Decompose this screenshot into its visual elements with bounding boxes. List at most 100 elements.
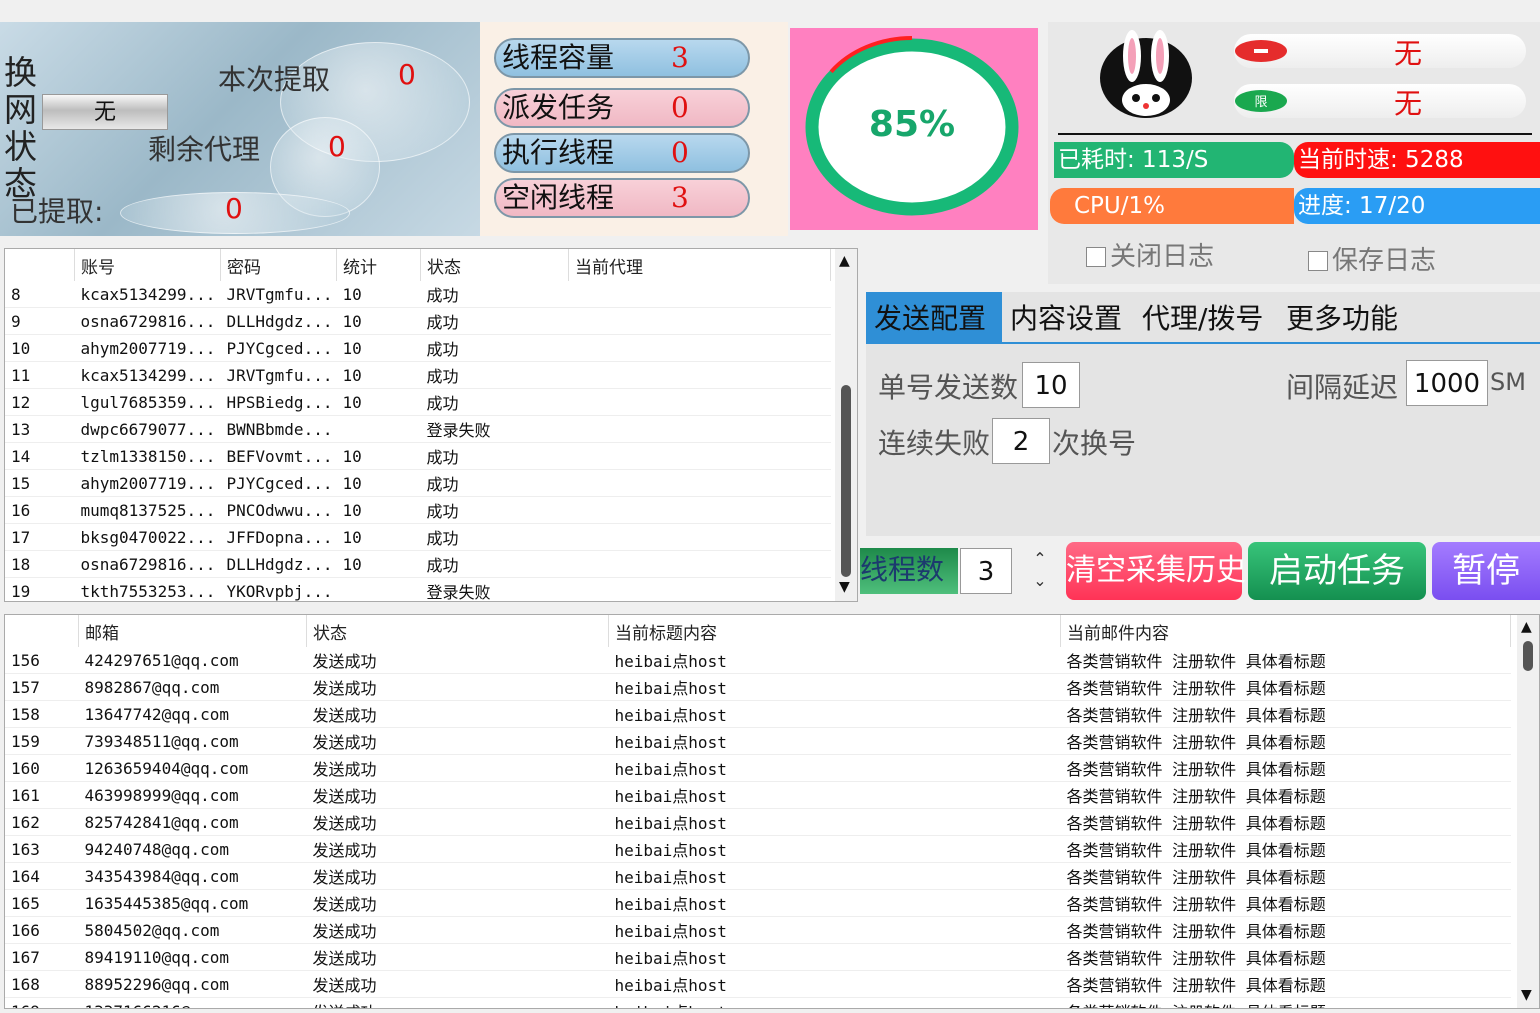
table-cell: 9 [11,311,21,331]
table-row[interactable]: 11 kcax5134299... JRVTgmfu... 10 成功 [5,362,831,389]
column-header[interactable]: 当前代理 [568,249,831,281]
table-row[interactable]: 12 lgul7685359... HPSBiedg... 10 成功 [5,389,831,416]
column-header[interactable]: 状态 [306,615,609,647]
table-row[interactable]: 166 5804502@qq.com 发送成功 heibai点host 各类营销软件 注… [5,917,1511,944]
save-log-checkbox[interactable]: 保存日志 [1308,240,1436,277]
table-row[interactable]: 163 94240748@qq.com 发送成功 heibai点host 各类营销软件 … [5,836,1511,863]
table-row[interactable]: 157 8982867@qq.com 发送成功 heibai点host 各类营销软件 注… [5,674,1511,701]
table-cell: heibai点host [614,760,727,779]
table-row[interactable]: 160 1263659404@qq.com 发送成功 heibai点host 各类营销软… [5,755,1511,782]
current-speed-bar: 当前时速: 5288 [1294,142,1540,178]
speed-panel: 无 限 无 已耗时: 113/S 当前时速: 5288 CPU/1% 进度: 1… [1048,22,1540,284]
column-header[interactable]: 统计 [336,249,421,281]
table-cell: 各类营销软件 注册软件 具体看标题 [1066,814,1326,833]
idle-threads-pill: 空闲线程 3 [494,178,750,218]
table-cell: 10 [342,500,362,520]
table-row[interactable]: 168 88952296@qq.com 发送成功 heibai点host 各类营销软件 … [5,971,1511,998]
column-header[interactable]: 账号 [74,249,221,281]
red-pill-icon [1235,40,1287,62]
table-cell: 发送成功 [312,841,377,860]
chevron-down-icon[interactable]: ⌄ [1026,570,1054,592]
accounts-scrollbar[interactable]: ▲ ▼ [835,249,857,601]
table-cell: 成功 [426,502,459,521]
table-cell: 发送成功 [312,976,377,995]
checkbox-box[interactable] [1308,251,1328,271]
table-cell: ahym2007719... [80,473,216,493]
table-row[interactable]: 156 424297651@qq.com 发送成功 heibai点host 各类营销软件… [5,647,1511,674]
thread-count-input[interactable]: 3 [960,548,1012,594]
column-header[interactable] [5,615,79,647]
table-cell: 156 [11,650,40,670]
table-row[interactable]: 15 ahym2007719... PJYCgced... 10 成功 [5,470,831,497]
thread-count-spinner[interactable]: ⌃ ⌄ [1026,548,1054,594]
pause-button[interactable]: 暂停 [1432,542,1540,600]
checkbox-box[interactable] [1086,247,1106,267]
table-cell: 发送成功 [312,922,377,941]
close-log-checkbox[interactable]: 关闭日志 [1086,236,1214,273]
table-row[interactable]: 1691337166216@qq.com发送成功heibai点host各类营销软… [5,998,1511,1009]
tab-send-config[interactable]: 发送配置 [866,292,1002,342]
column-header[interactable]: 当前邮件内容 [1060,615,1511,647]
table-cell: 成功 [426,394,459,413]
scroll-down-icon[interactable]: ▼ [839,579,850,595]
table-row[interactable]: 164 343543984@qq.com 发送成功 heibai点host 各类营销软件… [5,863,1511,890]
consecutive-fail-input[interactable]: 2 [992,418,1050,464]
interval-delay-input[interactable]: 1000 [1406,360,1488,406]
table-row[interactable]: 162 825742841@qq.com 发送成功 heibai点host 各类营销软件… [5,809,1511,836]
table-cell: 10 [342,392,362,412]
table-cell: JFFDopna... [226,527,333,547]
table-row[interactable]: 16 mumq8137525... PNCOdwwu... 10 成功 [5,497,831,524]
tab-proxy-dial[interactable]: 代理/拨号 [1134,292,1271,342]
table-row[interactable]: 17 bksg0470022... JFFDopna... 10 成功 [5,524,831,551]
dispatch-task-pill: 派发任务 0 [494,88,750,128]
per-account-send-input[interactable]: 10 [1022,362,1080,408]
table-cell: HPSBiedg... [226,392,333,412]
table-row[interactable]: 18 osna6729816... DLLHdgdz... 10 成功 [5,551,831,578]
column-header[interactable]: 邮箱 [78,615,307,647]
table-row[interactable]: 159 739348511@qq.com 发送成功 heibai点host 各类营销软件… [5,728,1511,755]
table-row[interactable]: 9 osna6729816... DLLHdgdz... 10 成功 [5,308,831,335]
start-task-button[interactable]: 启动任务 [1248,542,1426,600]
column-header[interactable]: 状态 [420,249,569,281]
table-row[interactable]: 8 kcax5134299... JRVTgmfu... 10 成功 [5,281,831,308]
tab-more-features[interactable]: 更多功能 [1278,292,1406,342]
table-row[interactable]: 161 463998999@qq.com 发送成功 heibai点host 各类营销软件… [5,782,1511,809]
column-header[interactable] [5,249,75,281]
table-row[interactable]: 13 dwpc6679077... BWNBbmde... 登录失败 [5,416,831,443]
tab-content-settings[interactable]: 内容设置 [1002,292,1130,342]
table-cell: 343543984@qq.com [84,866,239,886]
table-row[interactable]: 14 tzlm1338150... BEFVovmt... 10 成功 [5,443,831,470]
mail-table-grid: 邮箱 状态 当前标题内容 当前邮件内容 156 424297651@qq.com 发… [5,615,1511,1009]
table-cell: 发送成功 [312,679,377,698]
clear-history-button[interactable]: 清空采集历史 [1066,542,1246,600]
table-row[interactable]: 167 89419110@qq.com 发送成功 heibai点host 各类营销软件 … [5,944,1511,971]
divider [1058,133,1532,135]
close-log-label: 关闭日志 [1110,242,1215,272]
mail-scrollbar[interactable]: ▲ ▼ [1517,615,1539,1008]
scroll-up-icon[interactable]: ▲ [839,253,850,269]
table-cell: 165 [11,893,40,913]
table-cell: 成功 [426,529,459,548]
table-row[interactable]: 158 13647742@qq.com 发送成功 heibai点host 各类营销软件 … [5,701,1511,728]
table-cell: heibai点host [614,733,727,752]
scrollbar-thumb[interactable] [841,385,851,577]
scrollbar-thumb[interactable] [1523,641,1533,671]
table-cell: 各类营销软件 注册软件 具体看标题 [1066,652,1326,671]
scroll-down-icon[interactable]: ▼ [1521,987,1532,1003]
table-row[interactable]: 19 tkth7553253... YKORvpbj... 登录失败 [5,578,831,602]
table-cell [569,551,831,578]
table-cell: 88952296@qq.com [84,974,230,994]
table-cell: 1263659404@qq.com [84,758,249,778]
indicator-row-1: 无 [1234,34,1526,70]
column-header[interactable]: 密码 [220,249,337,281]
table-row[interactable]: 10 ahym2007719... PJYCgced... 10 成功 [5,335,831,362]
table-cell [569,524,831,551]
table-row[interactable]: 165 1635445385@qq.com 发送成功 heibai点host 各类营销软… [5,890,1511,917]
column-header[interactable]: 当前标题内容 [608,615,1061,647]
table-cell: 160 [11,758,40,778]
thread-capacity-label: 线程容量 [502,41,615,74]
remaining-proxy-label: 剩余代理 [148,133,261,166]
chevron-up-icon[interactable]: ⌃ [1026,548,1054,570]
scroll-up-icon[interactable]: ▲ [1521,619,1532,635]
indicator-1-value: 无 [1394,37,1423,70]
